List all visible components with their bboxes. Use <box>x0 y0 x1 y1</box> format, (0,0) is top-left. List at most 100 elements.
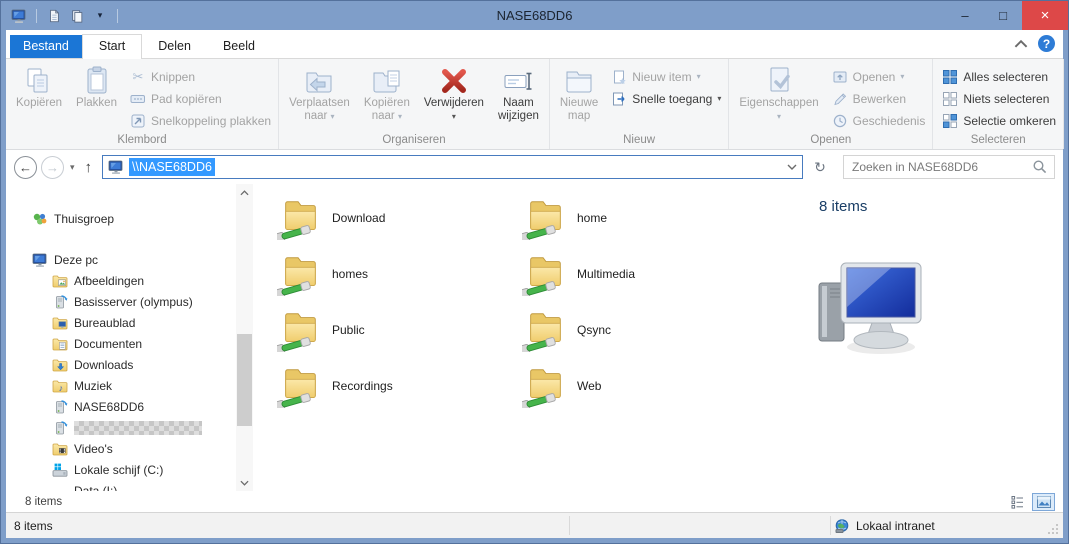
rename-button[interactable]: Naam wijzigen <box>491 62 546 123</box>
tab-bestand[interactable]: Bestand <box>10 35 82 58</box>
shared-folder-icon <box>277 252 323 296</box>
history-button[interactable]: Geschiedenis <box>832 110 925 131</box>
sidebar-item[interactable]: Documenten <box>6 333 236 354</box>
recent-locations-arrow[interactable]: ▾ <box>68 162 77 173</box>
sidebar-item[interactable]: Lokale schijf (C:) <box>6 459 236 480</box>
invert-selection-icon <box>942 113 958 129</box>
up-button[interactable]: ↑ <box>81 159 99 176</box>
easy-access-icon <box>611 91 627 107</box>
move-to-button[interactable]: Verplaatsen naar ▾ <box>282 62 357 123</box>
new-folder-button[interactable]: Nieuwe map <box>553 62 605 123</box>
search-icon[interactable] <box>1032 159 1048 175</box>
collapse-ribbon-button[interactable] <box>1014 39 1028 49</box>
refresh-button[interactable]: ↻ <box>807 155 833 179</box>
sidebar-item[interactable]: Thuisgroep <box>6 208 236 229</box>
tab-beeld[interactable]: Beeld <box>207 35 271 58</box>
new-item-button[interactable]: Nieuw item ▾ <box>611 66 721 87</box>
ribbon-group-selecteren: Alles selecteren Niets selecteren Select… <box>933 59 1065 149</box>
shared-folder-label: Multimedia <box>577 267 636 281</box>
large-icons-view-button[interactable] <box>1032 492 1055 511</box>
address-bar[interactable]: \\NASE68DD6 <box>102 155 803 179</box>
tab-delen[interactable]: Delen <box>142 35 207 58</box>
minimize-button[interactable]: – <box>946 1 984 30</box>
intranet-globe-icon <box>834 518 850 534</box>
edit-button[interactable]: Bewerken <box>832 88 926 109</box>
sidebar-scrollbar[interactable] <box>236 184 253 491</box>
sidebar-item-label: Documenten <box>74 336 143 351</box>
shared-folder-label: Recordings <box>332 379 393 393</box>
shared-folder-item[interactable]: homes <box>277 246 522 302</box>
group-label-nieuw: Nieuw <box>623 134 656 146</box>
shared-folder-item[interactable]: Multimedia <box>522 246 767 302</box>
close-button[interactable]: × <box>1022 1 1068 30</box>
shared-folder-item[interactable]: Web <box>522 358 767 414</box>
search-input[interactable] <box>852 160 1032 174</box>
sidebar-item[interactable]: Basisserver (olympus) <box>6 291 236 312</box>
back-button[interactable]: ← <box>14 155 37 179</box>
help-button[interactable]: ? <box>1038 35 1055 52</box>
titlebar: ▾ NASE68DD6 – □ × <box>1 1 1068 30</box>
sidebar-item[interactable]: Deze pc <box>6 249 236 270</box>
scroll-down-arrow[interactable] <box>236 474 253 491</box>
sidebar-item-label: Bureaublad <box>74 315 136 330</box>
sidebar-item[interactable]: Bureaublad <box>6 312 236 333</box>
copy-button[interactable]: Kopiëren <box>9 62 69 110</box>
paste-button[interactable]: Plakken <box>69 62 124 110</box>
sidebar-item[interactable]: Afbeeldingen <box>6 270 236 291</box>
sidebar-item[interactable]: Muziek <box>6 375 236 396</box>
cut-button[interactable]: ✂ Knippen <box>130 66 271 87</box>
sidebar-item-label: Deze pc <box>54 252 99 267</box>
maximize-button[interactable]: □ <box>984 1 1022 30</box>
system-menu-computer-icon[interactable] <box>10 7 28 25</box>
window-title: NASE68DD6 <box>496 8 573 23</box>
shared-folder-label: Qsync <box>577 323 612 337</box>
shared-folder-label: Download <box>332 211 386 225</box>
refresh-icon: ↻ <box>814 158 826 175</box>
history-icon <box>832 113 848 129</box>
scrollbar-thumb[interactable] <box>237 334 252 426</box>
resize-grip[interactable] <box>1047 523 1059 535</box>
sidebar-item[interactable]: Downloads <box>6 354 236 375</box>
sidebar-item-label: NASE68DD6 <box>74 399 145 414</box>
details-item-count: 8 items <box>819 198 868 215</box>
sidebar-item-label <box>74 420 202 435</box>
sidebar-item[interactable]: NASE68DD6 <box>6 396 236 417</box>
address-dropdown-button[interactable] <box>782 156 802 178</box>
sidebar-item-label: Data (I:) <box>74 483 118 492</box>
sidebar-item-label: Basisserver (olympus) <box>74 294 193 309</box>
ribbon-group-nieuw: Nieuwe map Nieuw item ▾ Snelle toegang ▾ <box>550 59 730 149</box>
shared-folder-icon <box>277 196 323 240</box>
scroll-up-arrow[interactable] <box>236 184 253 201</box>
shared-folder-item[interactable]: Qsync <box>522 302 767 358</box>
sidebar-item-icon <box>52 294 68 310</box>
sidebar-item[interactable]: Data (I:) <box>6 480 236 491</box>
statusbar-separator <box>569 516 570 535</box>
select-none-button[interactable]: Niets selecteren <box>942 88 1056 109</box>
qat-properties-button[interactable] <box>45 7 63 25</box>
shared-folder-item[interactable]: Public <box>277 302 522 358</box>
sidebar-item-label: Muziek <box>74 378 113 393</box>
shared-folder-item[interactable]: Download <box>277 190 522 246</box>
statusbar-separator <box>830 516 831 535</box>
sidebar-item[interactable] <box>6 417 236 438</box>
tab-start[interactable]: Start <box>81 34 143 59</box>
delete-button[interactable]: Verwijderen ▾ <box>417 62 491 123</box>
shortcut-icon <box>130 113 146 129</box>
qat-customize-arrow[interactable]: ▾ <box>91 7 109 25</box>
open-button[interactable]: Openen ▾ <box>832 66 926 87</box>
invert-selection-button[interactable]: Selectie omkeren <box>942 110 1056 131</box>
paste-shortcut-button[interactable]: Snelkoppeling plakken <box>130 110 271 131</box>
details-view-button[interactable] <box>1006 493 1029 511</box>
select-all-button[interactable]: Alles selecteren <box>942 66 1056 87</box>
ribbon-group-organiseren: Verplaatsen naar ▾ Kopiëren naar ▾ Verwi… <box>279 59 550 149</box>
qat-new-folder-button[interactable] <box>68 7 86 25</box>
copy-path-button[interactable]: Pad kopiëren <box>130 88 271 109</box>
properties-button[interactable]: Eigenschappen ▾ <box>732 62 825 123</box>
shared-folder-label: homes <box>332 267 369 281</box>
forward-button[interactable]: → <box>41 155 64 179</box>
copy-to-button[interactable]: Kopiëren naar ▾ <box>357 62 417 123</box>
easy-access-button[interactable]: Snelle toegang ▾ <box>611 88 721 109</box>
shared-folder-item[interactable]: home <box>522 190 767 246</box>
shared-folder-item[interactable]: Recordings <box>277 358 522 414</box>
sidebar-item[interactable]: Video's <box>6 438 236 459</box>
